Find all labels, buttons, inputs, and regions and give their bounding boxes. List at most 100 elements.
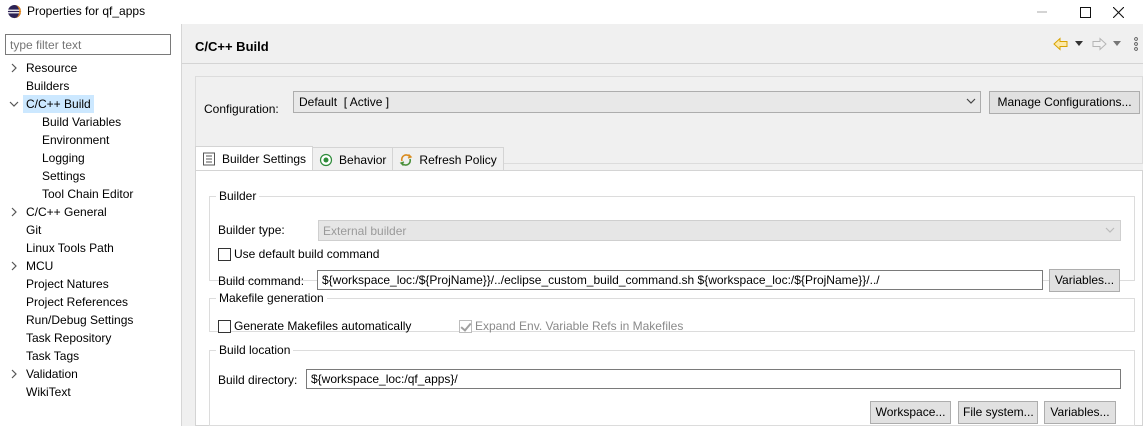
builder-group: Builder Builder type: External builder U… [209, 189, 1135, 292]
tree-item-settings[interactable]: Settings [0, 167, 181, 185]
title-bar: Properties for qf_apps [0, 0, 1143, 24]
close-button[interactable] [1095, 0, 1141, 24]
generate-makefiles-checkbox[interactable] [218, 320, 231, 333]
chevron-right-icon[interactable] [8, 257, 20, 275]
tab-label: Builder Settings [222, 152, 307, 166]
tree-item-label: Tool Chain Editor [42, 187, 134, 201]
tree-item-label: MCU [26, 259, 54, 273]
expand-env-refs-label: Expand Env. Variable Refs in Makefiles [475, 319, 684, 333]
left-navigation-panel: Resource Builders C/C++ Build Build Variabl… [0, 24, 181, 426]
builder-type-value: External builder [323, 224, 407, 238]
tree-item-label: C/C++ Build [23, 95, 94, 113]
tab-label: Refresh Policy [419, 152, 497, 167]
chevron-down-icon [966, 98, 976, 104]
tree-item-run-debug-settings[interactable]: Run/Debug Settings [0, 311, 181, 329]
build-location-group: Build location Build directory: ${worksp… [209, 343, 1135, 426]
builder-variables-button[interactable]: Variables... [1049, 269, 1120, 292]
forward-button[interactable] [1091, 36, 1107, 52]
build-directory-input[interactable]: ${workspace_loc:/qf_apps}/ [306, 369, 1121, 389]
tree-item-build-variables[interactable]: Build Variables [0, 113, 181, 131]
tree-item-label: Logging [42, 151, 85, 165]
tab-bar: Builder Settings Behavior Refresh Policy [195, 146, 504, 171]
back-history-dropdown[interactable] [1075, 36, 1083, 52]
generate-makefiles-label: Generate Makefiles automatically [234, 319, 412, 333]
configuration-value: Default [ Active ] [299, 95, 390, 109]
tree-item-label: Run/Debug Settings [26, 313, 134, 327]
refresh-policy-icon [400, 153, 413, 166]
tree-item-label: Task Tags [26, 349, 80, 363]
close-icon [1112, 6, 1124, 18]
tree-item-label: Build Variables [42, 115, 122, 129]
tab-behavior[interactable]: Behavior [312, 147, 394, 171]
chevron-right-icon[interactable] [8, 365, 20, 383]
tree-item-wikitext[interactable]: WikiText [0, 383, 181, 401]
forward-arrow-icon [1092, 37, 1107, 51]
tree-item-label: Linux Tools Path [26, 241, 114, 255]
page-header: C/C++ Build [182, 24, 1143, 64]
chevron-down-icon [1113, 41, 1121, 46]
builder-group-title: Builder [219, 189, 257, 203]
forward-history-dropdown[interactable] [1113, 36, 1121, 52]
back-arrow-icon [1053, 37, 1068, 51]
build-location-group-title: Build location [219, 343, 291, 357]
minimize-button[interactable] [1019, 0, 1065, 24]
tree-item-resource[interactable]: Resource [0, 59, 181, 77]
back-button[interactable] [1053, 36, 1069, 52]
tree-item-c-c-general[interactable]: C/C++ General [0, 203, 181, 221]
build-directory-label: Build directory: [218, 373, 298, 387]
use-default-build-command-checkbox[interactable] [218, 248, 231, 261]
chevron-right-icon[interactable] [8, 203, 20, 221]
tree-item-project-references[interactable]: Project References [0, 293, 181, 311]
tree-item-c-c-build[interactable]: C/C++ Build [0, 95, 181, 113]
manage-configurations-button[interactable]: Manage Configurations... [989, 91, 1140, 114]
tree-item-git[interactable]: Git [0, 221, 181, 239]
tree-item-label: Builders [26, 79, 70, 93]
tree-item-label: Validation [26, 367, 78, 381]
tree-item-task-repository[interactable]: Task Repository [0, 329, 181, 347]
tree-item-builders[interactable]: Builders [0, 77, 181, 95]
tree-item-task-tags[interactable]: Task Tags [0, 347, 181, 365]
makefile-group-title: Makefile generation [219, 291, 324, 305]
file-system-button[interactable]: File system... [958, 401, 1038, 424]
use-default-build-command-label: Use default build command [234, 247, 380, 261]
chevron-down-icon[interactable] [8, 95, 20, 113]
tab-builder-settings[interactable]: Builder Settings [195, 146, 314, 171]
eclipse-icon [7, 4, 22, 19]
tree-item-environment[interactable]: Environment [0, 131, 181, 149]
build-command-input[interactable]: ${workspace_loc:/${ProjName}}/../eclipse… [317, 270, 1043, 290]
tree-item-label: WikiText [26, 385, 71, 399]
builder-type-label: Builder type: [218, 223, 285, 237]
tree-item-validation[interactable]: Validation [0, 365, 181, 383]
tree-item-label: Settings [42, 169, 86, 183]
tree-item-mcu[interactable]: MCU [0, 257, 181, 275]
location-variables-button[interactable]: Variables... [1044, 401, 1116, 424]
workspace-button[interactable]: Workspace... [870, 401, 951, 424]
maximize-icon [1079, 6, 1091, 18]
behavior-icon [319, 153, 333, 166]
filter-input[interactable] [5, 34, 171, 55]
tree-item-linux-tools-path[interactable]: Linux Tools Path [0, 239, 181, 257]
property-page: C/C++ Build Configuration: Default [ Act… [182, 24, 1143, 426]
builder-type-select: External builder [318, 220, 1121, 241]
tree-item-label: Environment [42, 133, 110, 147]
tree-item-project-natures[interactable]: Project Natures [0, 275, 181, 293]
expand-env-refs-checkbox [459, 320, 472, 333]
view-menu-icon[interactable] [1134, 37, 1138, 51]
property-page-tree: Resource Builders C/C++ Build Build Variabl… [0, 59, 181, 401]
tree-item-label: Git [26, 223, 42, 237]
builder-settings-icon [203, 152, 215, 166]
chevron-right-icon[interactable] [8, 59, 20, 77]
chevron-down-icon [1105, 227, 1115, 233]
tree-item-tool-chain-editor[interactable]: Tool Chain Editor [0, 185, 181, 203]
tab-refresh-policy[interactable]: Refresh Policy [392, 147, 504, 171]
tree-item-label: Project References [26, 295, 129, 309]
configuration-select[interactable]: Default [ Active ] [293, 91, 981, 113]
page-title: C/C++ Build [195, 39, 269, 54]
tree-item-label: Resource [26, 61, 78, 75]
tree-item-label: C/C++ General [26, 205, 107, 219]
tree-item-logging[interactable]: Logging [0, 149, 181, 167]
builder-settings-panel: Builder Builder type: External builder U… [195, 170, 1143, 426]
makefile-generation-group: Makefile generation Generate Makefiles a… [209, 291, 1135, 333]
chevron-down-icon [1075, 41, 1083, 46]
tree-item-label: Task Repository [26, 331, 112, 345]
